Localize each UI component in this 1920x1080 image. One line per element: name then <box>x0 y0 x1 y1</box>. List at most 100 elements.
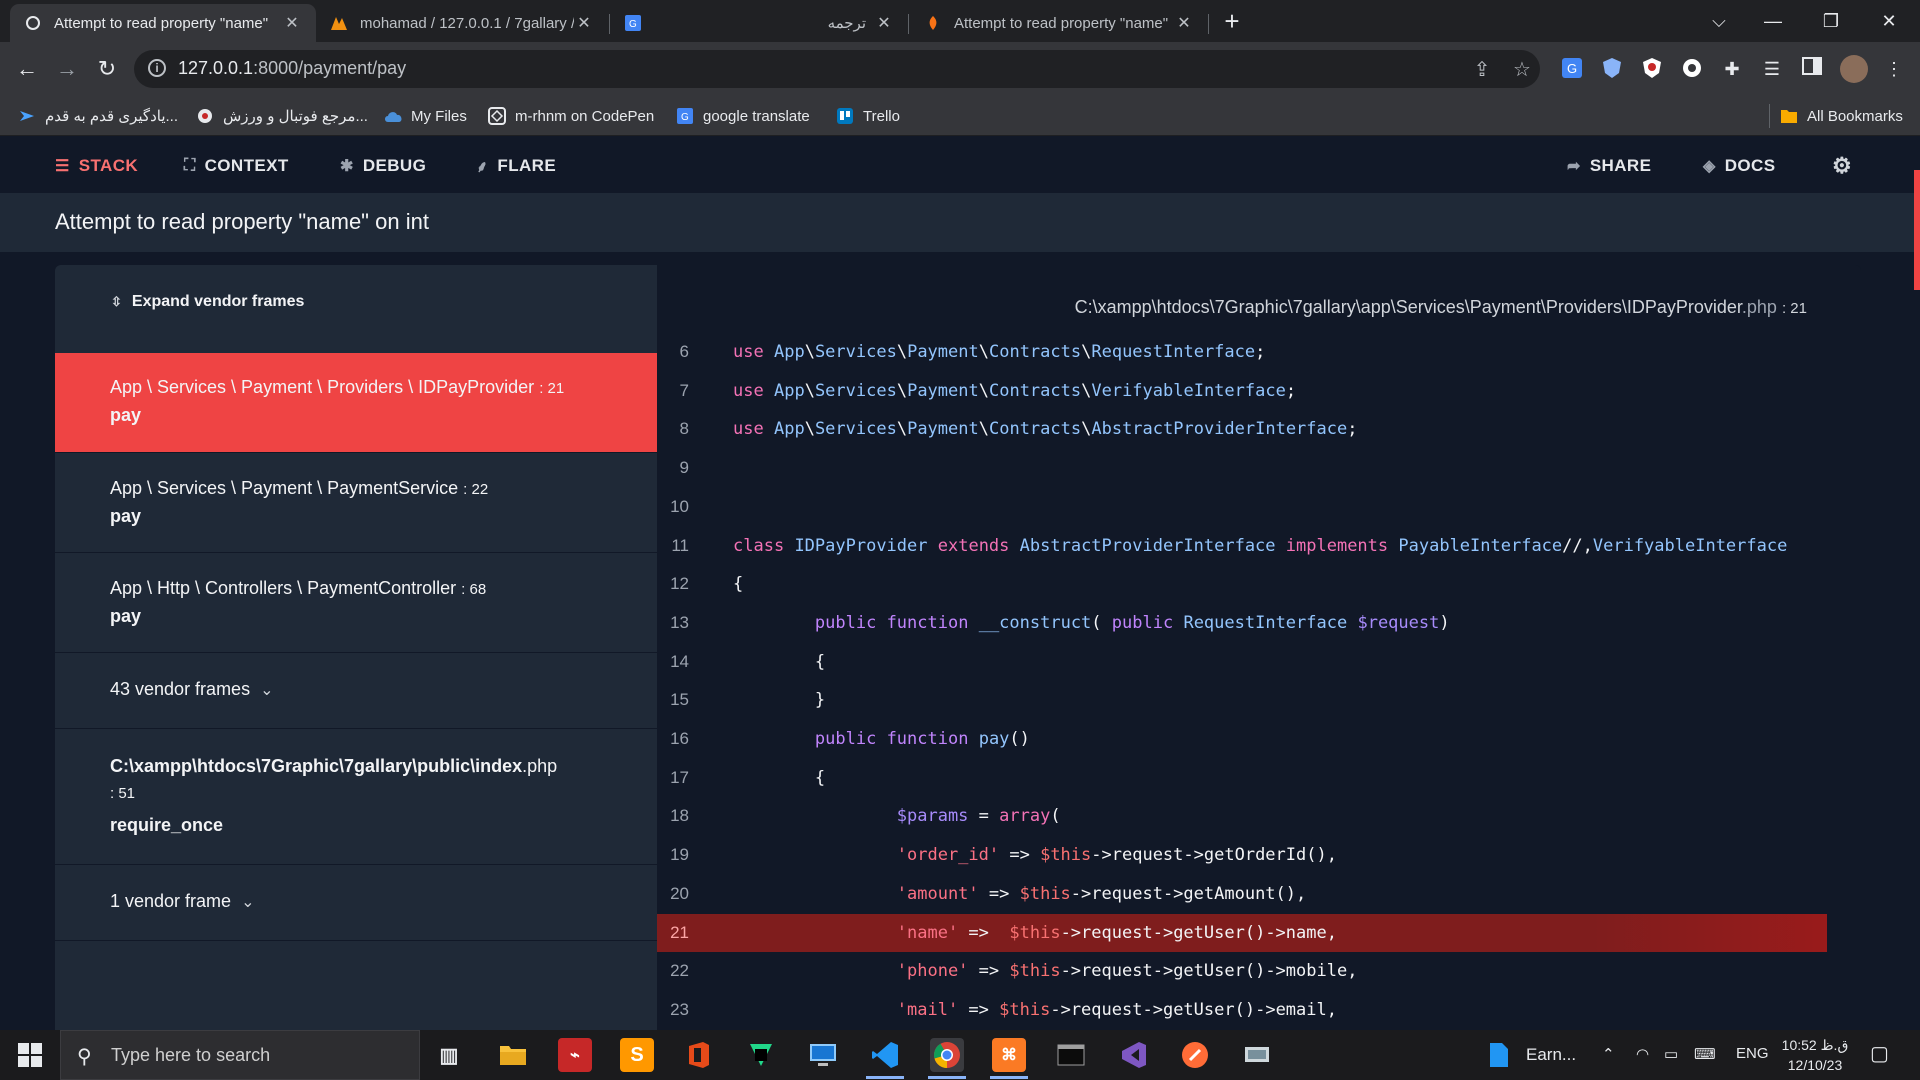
file-explorer-icon[interactable] <box>496 1038 530 1072</box>
taskbar-search[interactable]: ⚲ Type here to search <box>60 1030 420 1080</box>
code-line[interactable]: 18 $params = array( <box>657 797 1827 835</box>
code-line[interactable]: 20 'amount' => $this->request->getAmount… <box>657 875 1827 913</box>
bookmark-star-icon[interactable]: ☆ <box>1510 58 1534 82</box>
vscode-icon[interactable] <box>868 1038 902 1072</box>
extensions-puzzle-icon[interactable]: ✚ <box>1720 57 1744 81</box>
postman-icon[interactable] <box>1178 1038 1212 1072</box>
code-text: public function pay() <box>814 729 1030 749</box>
menu-kebab-icon[interactable]: ⋮ <box>1882 57 1906 81</box>
code-line-highlighted[interactable]: 21 'name' => $this->request->getUser()->… <box>657 913 1827 952</box>
code-line[interactable]: 9 <box>657 449 1827 487</box>
widget-label[interactable]: Earn... <box>1526 1045 1576 1065</box>
tab-phpmyadmin[interactable]: mohamad / 127.0.0.1 / 7gallary / ✕ <box>316 4 608 42</box>
expand-vendor-frames-button[interactable]: ⇳ Expand vendor frames <box>111 293 304 311</box>
language-indicator[interactable]: ENG <box>1736 1045 1769 1062</box>
nav-share[interactable]: ➦ SHARE <box>1567 154 1651 178</box>
close-window-button[interactable]: ✕ <box>1866 6 1912 36</box>
bookmark-item[interactable]: Trello <box>836 105 900 127</box>
adblock-extension-icon[interactable] <box>1640 57 1664 81</box>
nav-docs[interactable]: ◈ DOCS <box>1703 154 1775 178</box>
vendor-frames-toggle[interactable]: 43 vendor frames ⌄ <box>55 653 657 729</box>
address-bar[interactable]: i 127.0.0.1:8000/payment/pay ⇪ ☆ <box>134 50 1540 88</box>
nav-flare[interactable]: ⸙ FLARE <box>476 154 556 178</box>
tab-close-icon[interactable]: ✕ <box>874 13 894 33</box>
bookmark-item[interactable]: مرجع فوتبال و ورزش... <box>196 105 368 127</box>
code-line[interactable]: 16 public function pay() <box>657 720 1827 758</box>
widget-doc-icon[interactable] <box>1486 1038 1512 1072</box>
all-bookmarks[interactable]: All Bookmarks <box>1780 105 1903 127</box>
terminal-icon[interactable] <box>1054 1038 1088 1072</box>
code-line[interactable]: 10 <box>657 488 1827 526</box>
restore-button[interactable]: ❐ <box>1808 6 1854 36</box>
remote-desktop-icon[interactable] <box>806 1038 840 1072</box>
google-translate-extension-icon[interactable]: G <box>1560 57 1584 81</box>
stack-frame[interactable]: App \ Services \ Payment \ PaymentServic… <box>55 453 657 553</box>
bookmark-item[interactable]: G google translate <box>676 105 810 127</box>
battery-icon[interactable]: ▭ <box>1664 1045 1678 1063</box>
site-info-icon[interactable]: i <box>148 59 166 77</box>
tab-ignition[interactable]: Attempt to read property "name" ✕ <box>910 4 1208 42</box>
nav-stack[interactable]: ☰ STACK <box>55 154 138 178</box>
code-line[interactable]: 22 'phone' => $this->request->getUser()-… <box>657 952 1827 990</box>
network-tool-icon[interactable] <box>1240 1038 1274 1072</box>
xampp-icon[interactable]: ⌘ <box>992 1038 1026 1072</box>
code-line[interactable]: 23 'mail' => $this->request->getUser()->… <box>657 991 1827 1029</box>
code-line[interactable]: 13 public function __construct( public R… <box>657 604 1827 642</box>
minimize-button[interactable]: — <box>1750 6 1796 36</box>
tab-close-icon[interactable]: ✕ <box>1174 13 1194 33</box>
keyboard-icon[interactable]: ⌨ <box>1694 1045 1716 1063</box>
tab-close-icon[interactable]: ✕ <box>574 13 594 33</box>
profile-avatar[interactable] <box>1840 55 1868 83</box>
code-line[interactable]: 17 { <box>657 759 1827 797</box>
wifi-icon[interactable]: ◠ <box>1636 1045 1649 1063</box>
side-panel-icon[interactable] <box>1800 57 1824 81</box>
share-page-icon[interactable]: ⇪ <box>1470 58 1494 82</box>
sublime-text-icon[interactable]: S <box>620 1038 654 1072</box>
code-line[interactable]: 19 'order_id' => $this->request->getOrde… <box>657 836 1827 874</box>
tab-close-icon[interactable]: ✕ <box>282 13 302 33</box>
page-scrollbar[interactable] <box>1914 136 1920 1070</box>
shield-extension-icon[interactable] <box>1600 57 1624 81</box>
stack-frame[interactable]: App \ Http \ Controllers \ PaymentContro… <box>55 553 657 653</box>
code-line[interactable]: 12 { <box>657 565 1827 603</box>
code-line[interactable]: 14 { <box>657 643 1827 681</box>
chrome-icon[interactable] <box>930 1038 964 1072</box>
new-tab-button[interactable]: + <box>1218 8 1246 36</box>
chevron-up-icon[interactable]: ⌃ <box>1602 1045 1615 1063</box>
code-line[interactable]: 15 } <box>657 681 1827 719</box>
tab-title: Attempt to read property "name" <box>54 14 269 32</box>
nav-debug[interactable]: ✱ DEBUG <box>340 154 426 178</box>
acrobat-icon[interactable]: ⌁ <box>558 1038 592 1072</box>
media-controls-icon[interactable]: ☰ <box>1760 57 1784 81</box>
scrollbar-thumb[interactable] <box>1914 170 1920 290</box>
clock[interactable]: 10:52 ق.ظ 12/10/23 <box>1770 1035 1860 1075</box>
notifications-icon[interactable]: ▢ <box>1870 1041 1889 1066</box>
task-view-icon[interactable]: ▥ <box>432 1038 466 1072</box>
tab-google-translate[interactable]: G ترجمه ✕ <box>610 4 908 42</box>
vendor-frame-toggle[interactable]: 1 vendor frame ⌄ <box>55 865 657 941</box>
code-line[interactable]: 11 class IDPayProvider extends AbstractPr… <box>657 527 1827 565</box>
code-line[interactable]: 8 use App\Services\Payment\Contracts\Abst… <box>657 410 1827 448</box>
pycharm-icon[interactable] <box>744 1038 778 1072</box>
windows-start-icon[interactable] <box>18 1043 42 1067</box>
stack-frame-selected[interactable]: App \ Services \ Payment \ Providers \ I… <box>55 353 657 453</box>
stack-frame[interactable]: C:\xampp\htdocs\7Graphic\7gallary\public… <box>55 729 657 865</box>
file-path[interactable]: C:\xampp\htdocs\7Graphic\7gallary\app\Se… <box>1075 297 1807 318</box>
reload-button[interactable]: ↻ <box>92 54 122 84</box>
blue-arrow-icon <box>18 107 36 125</box>
back-button[interactable]: ← <box>12 54 42 84</box>
bookmark-item[interactable]: My Files <box>384 105 467 127</box>
bookmark-item[interactable]: m-rhnm on CodePen <box>488 105 654 127</box>
settings-button[interactable]: ⚙ <box>1832 153 1852 178</box>
office-icon[interactable] <box>682 1038 716 1072</box>
code-line[interactable]: 6 use App\Services\Payment\Contracts\Requ… <box>657 333 1827 371</box>
tab-search-button[interactable]: ⌵ <box>1696 6 1742 36</box>
bookmark-item[interactable]: یادگیری قدم به قدم... <box>18 105 178 127</box>
visual-studio-icon[interactable] <box>1116 1038 1150 1072</box>
tab-ignition-active[interactable]: Attempt to read property "name" ✕ <box>10 4 316 42</box>
line-number: 23 <box>670 999 689 1019</box>
nav-context[interactable]: ⛶ CONTEXT <box>184 154 289 178</box>
code-line[interactable]: 7 use App\Services\Payment\Contracts\Veri… <box>657 372 1827 410</box>
vpn-extension-icon[interactable] <box>1680 57 1704 81</box>
forward-button[interactable]: → <box>52 54 82 84</box>
